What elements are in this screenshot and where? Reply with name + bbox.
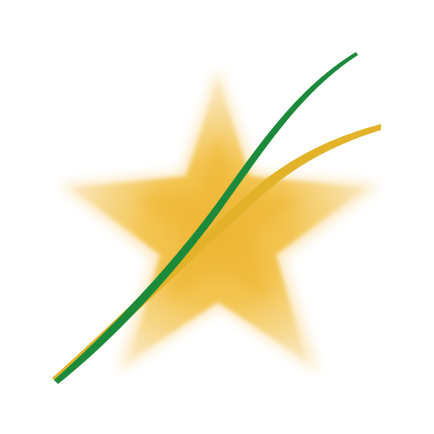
star-logo-graphic bbox=[52, 52, 381, 384]
logo-canvas bbox=[0, 0, 434, 434]
